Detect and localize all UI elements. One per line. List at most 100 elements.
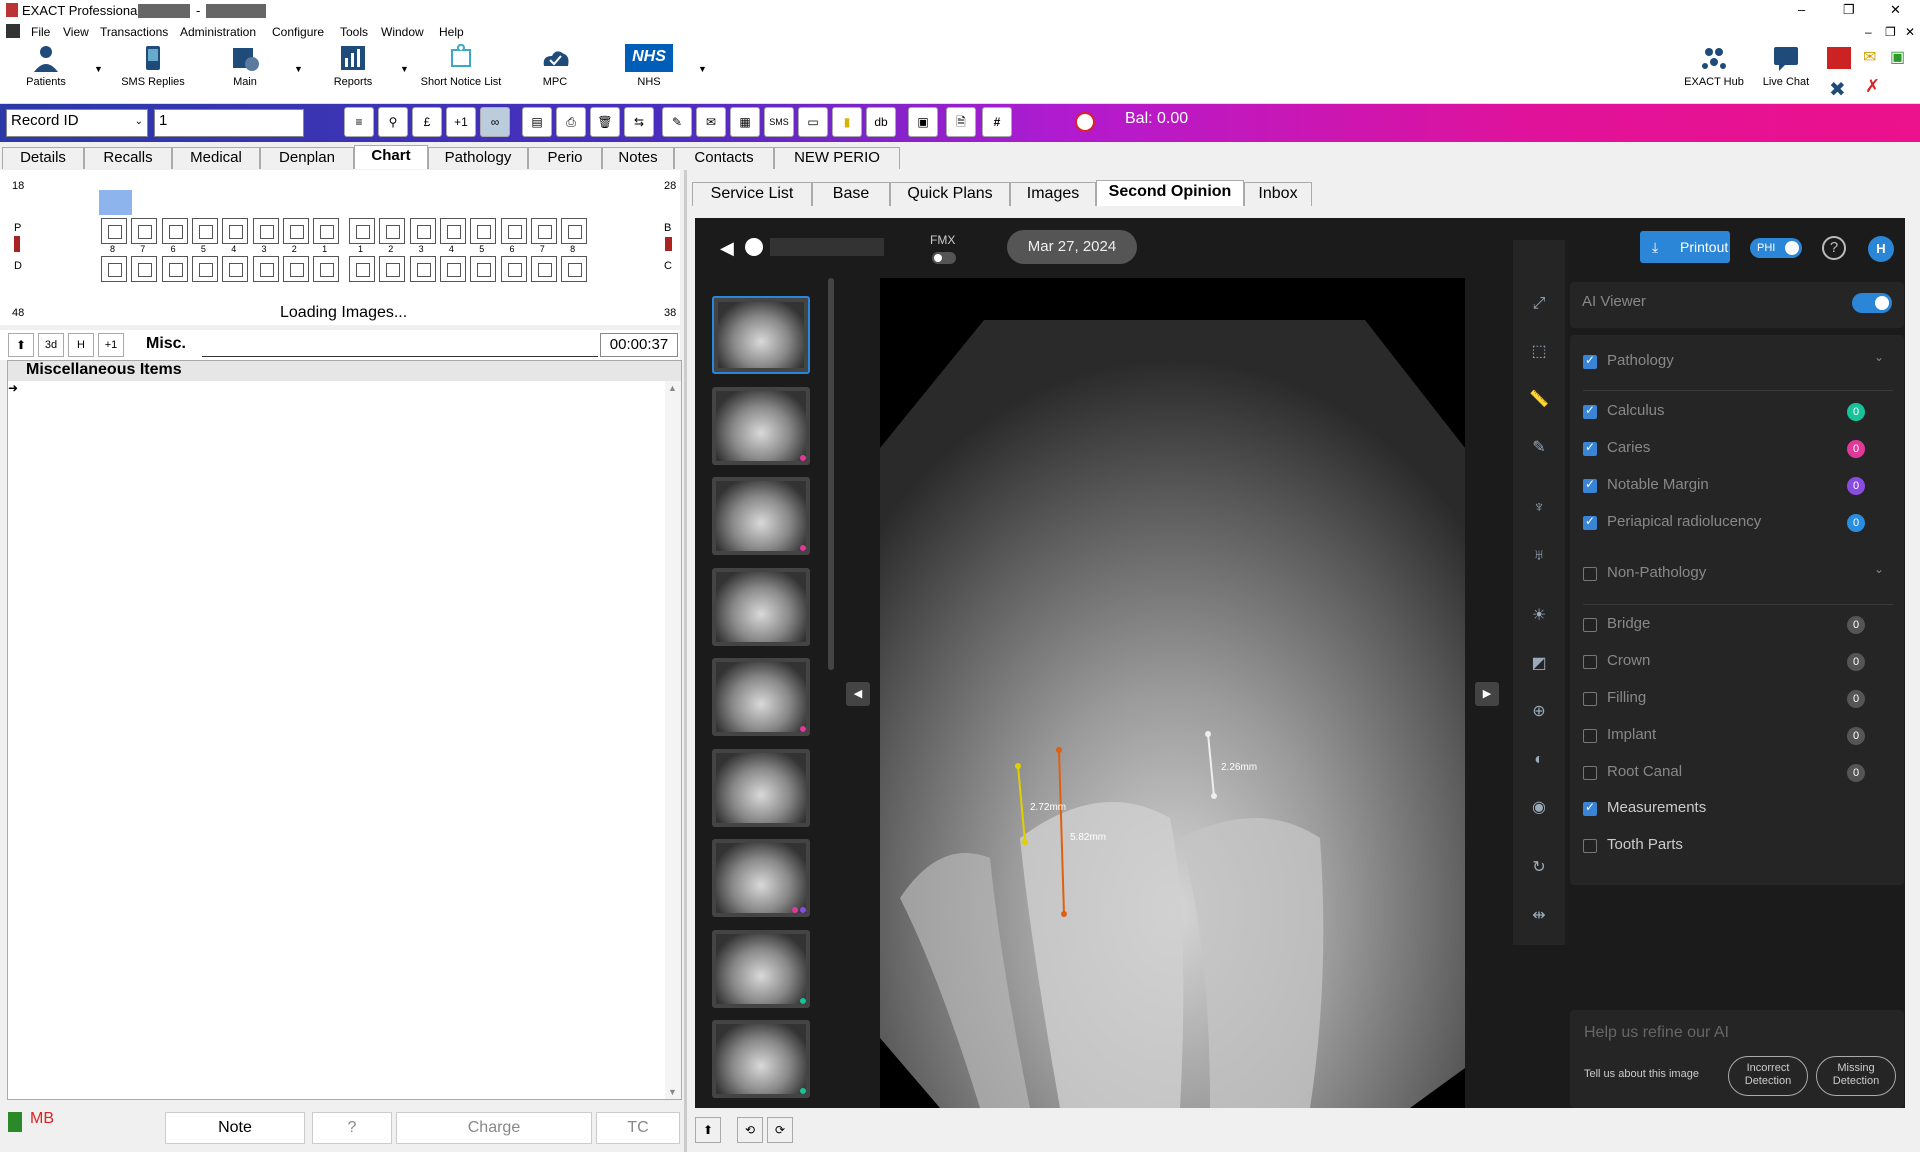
ai-viewer-toggle[interactable] — [1852, 293, 1892, 313]
tab-quick-plans[interactable]: Quick Plans — [890, 182, 1010, 206]
brightness-icon[interactable]: ☀ — [1527, 604, 1551, 628]
tooth-lower[interactable] — [379, 256, 406, 282]
contrast-icon[interactable]: ◐ — [1527, 748, 1551, 772]
tooth-lower[interactable] — [561, 256, 588, 282]
ruler-icon[interactable]: 📏 — [1527, 388, 1551, 412]
image-thumbnail[interactable] — [712, 477, 810, 555]
tooth-lower[interactable] — [222, 256, 249, 282]
tab-contacts[interactable]: Contacts — [674, 147, 774, 169]
save-icon[interactable]: ▤ — [522, 107, 552, 137]
measure-point[interactable] — [1061, 911, 1067, 917]
ai-row[interactable]: Bridge — [1583, 615, 1883, 635]
tab-base[interactable]: Base — [812, 182, 890, 206]
chevron-down-icon[interactable]: ▼ — [698, 64, 707, 74]
tooth-upper[interactable] — [530, 218, 557, 244]
measurement-line[interactable] — [1058, 749, 1065, 915]
checkbox[interactable] — [1583, 839, 1597, 853]
crop-icon[interactable]: ⬚ — [1527, 340, 1551, 364]
mdi-minimize-icon[interactable]: – — [1865, 25, 1872, 39]
chevron-down-icon[interactable]: ▼ — [94, 64, 103, 74]
mpc-button[interactable]: MPC — [530, 44, 580, 88]
patients-button[interactable]: Patients — [20, 44, 72, 88]
prev-image-icon[interactable]: ◀ — [846, 682, 870, 706]
tooth-upper[interactable] — [379, 218, 406, 244]
scroll-down-icon[interactable]: ▼ — [668, 1087, 677, 1097]
tooth-lower[interactable] — [252, 256, 279, 282]
measure-point[interactable] — [1022, 839, 1028, 845]
checkbox[interactable] — [1583, 567, 1597, 581]
incorrect-detection-button[interactable]: Incorrect Detection — [1728, 1056, 1808, 1096]
charge-button[interactable]: Charge — [396, 1112, 592, 1144]
list-icon[interactable]: ≡ — [344, 107, 374, 137]
delete-icon[interactable]: 🗑 — [590, 107, 620, 137]
pound-icon[interactable]: £ — [412, 107, 442, 137]
db-icon[interactable]: db — [866, 107, 896, 137]
query-button[interactable]: ? — [312, 1112, 392, 1144]
record-field-select[interactable]: Record ID ⌄ — [6, 109, 148, 137]
tools-icon[interactable]: ✖ — [1829, 77, 1846, 102]
calendar-icon[interactable]: ▣ — [908, 107, 938, 137]
sms-icon[interactable]: SMS — [764, 107, 794, 137]
mdi-restore-icon[interactable]: ❐ — [1885, 25, 1896, 39]
tab-pathology[interactable]: Pathology — [428, 147, 528, 169]
close-icon[interactable]: ✕ — [1890, 2, 1901, 18]
ai-row[interactable]: Caries — [1583, 439, 1883, 459]
tooth-upper[interactable] — [561, 218, 588, 244]
mdi-close-icon[interactable]: ✕ — [1905, 25, 1915, 39]
tooth-lower[interactable] — [131, 256, 158, 282]
missing-detection-button[interactable]: Missing Detection — [1816, 1056, 1896, 1096]
ai-row[interactable]: Filling — [1583, 689, 1883, 709]
tooth-upper[interactable] — [191, 218, 218, 244]
tab-perio[interactable]: Perio — [528, 147, 602, 169]
live-chat-button[interactable]: Live Chat — [1758, 44, 1814, 88]
checkbox[interactable] — [1583, 440, 1597, 456]
measurement-line[interactable] — [1207, 733, 1215, 797]
measurement-line[interactable] — [1017, 765, 1026, 843]
tab-new-perio[interactable]: NEW PERIO — [774, 147, 900, 169]
chevron-down-icon[interactable]: ⌄ — [1874, 350, 1884, 364]
ai-row[interactable]: Calculus — [1583, 402, 1883, 422]
tab-second-opinion[interactable]: Second Opinion — [1096, 180, 1244, 206]
scroll-up-icon[interactable]: ▲ — [668, 383, 677, 393]
bin-icon[interactable] — [8, 1112, 22, 1132]
user-avatar[interactable]: H — [1868, 236, 1894, 262]
flag-icon[interactable] — [1827, 47, 1851, 69]
tooth-upper[interactable] — [161, 218, 188, 244]
eye-icon[interactable]: ◉ — [1527, 796, 1551, 820]
checkbox[interactable] — [1583, 353, 1597, 369]
checkbox[interactable] — [1583, 655, 1597, 669]
h-button[interactable]: H — [68, 333, 94, 357]
tooth-upper[interactable] — [101, 218, 127, 244]
tab-recalls[interactable]: Recalls — [84, 147, 172, 169]
tooth-upper[interactable] — [500, 218, 527, 244]
tab-images[interactable]: Images — [1010, 182, 1096, 206]
fit-icon[interactable]: ⤢ — [1527, 292, 1551, 316]
home-icon[interactable]: ⬆ — [695, 1117, 721, 1143]
tab-inbox[interactable]: Inbox — [1244, 182, 1312, 206]
record-id-input[interactable]: 1 — [154, 109, 304, 137]
tooth-lower[interactable] — [439, 256, 466, 282]
measure-point[interactable] — [1015, 763, 1021, 769]
menu-administration[interactable]: Administration — [180, 25, 256, 39]
checkbox[interactable] — [1583, 514, 1597, 530]
plus-one-icon[interactable]: +1 — [446, 107, 476, 137]
help-icon[interactable]: ? — [1822, 236, 1846, 260]
no-entry-icon[interactable] — [1075, 112, 1095, 132]
ai-row[interactable]: Tooth Parts — [1583, 836, 1883, 856]
link-icon[interactable]: ∞ — [480, 107, 510, 137]
cars-icon[interactable]: ▣ — [1890, 47, 1912, 66]
thumb-scrollbar[interactable] — [828, 278, 834, 670]
menu-help[interactable]: Help — [439, 25, 464, 39]
measure-point[interactable] — [1205, 731, 1211, 737]
teeth-icon[interactable]: ♅ — [1527, 544, 1551, 568]
checkbox[interactable] — [1583, 800, 1597, 816]
rotate-icon[interactable]: ↻ — [1527, 856, 1551, 880]
nhs-button[interactable]: NHS NHS — [623, 44, 675, 88]
search-icon[interactable]: ⚲ — [378, 107, 408, 137]
flip-icon[interactable]: ⇹ — [1527, 904, 1551, 928]
tooth-upper[interactable] — [313, 218, 340, 244]
plus-one-button[interactable]: +1 — [98, 333, 124, 357]
tooth-upper[interactable] — [222, 218, 249, 244]
chevron-down-icon[interactable]: ▼ — [400, 64, 409, 74]
tab-details[interactable]: Details — [2, 147, 84, 169]
